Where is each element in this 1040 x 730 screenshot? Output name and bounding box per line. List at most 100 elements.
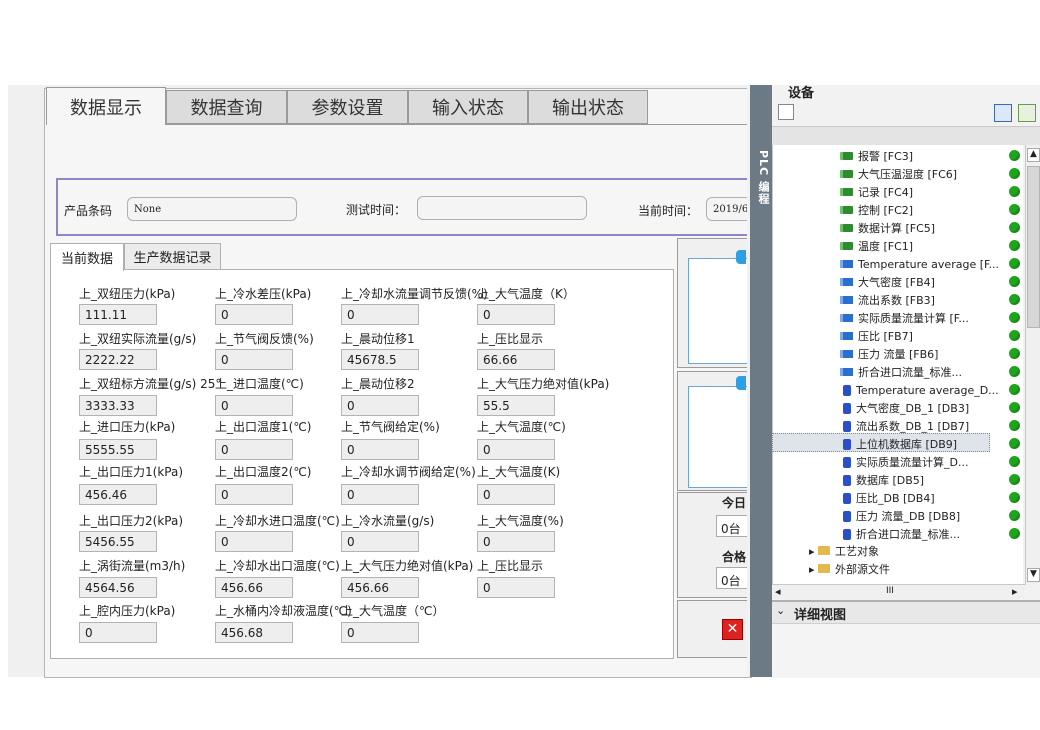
tree-folder-tech-objects[interactable]: ▸ 工艺对象: [809, 543, 879, 559]
field-label: 上_大气压力绝对值(kPa): [341, 559, 474, 573]
today-count: 0台: [716, 515, 747, 537]
tree-item[interactable]: 流出系数 [FB3]: [843, 291, 935, 309]
data-block-icon: [843, 492, 851, 504]
field-label: 上_节气阀反馈(%): [215, 332, 314, 346]
folder-label: 工艺对象: [835, 545, 880, 558]
tab-input-status[interactable]: 输入状态: [408, 90, 528, 124]
tree-item[interactable]: 大气压温湿度 [FC6]: [843, 165, 957, 183]
tree-item[interactable]: 大气密度_DB_1 [DB3]: [843, 399, 969, 417]
status-ok-icon: [1009, 276, 1020, 287]
field-label: 上_出口压力1(kPa): [79, 465, 183, 479]
field-label: 上_大气压力绝对值(kPa): [477, 377, 610, 391]
gauge-frame-1: [688, 258, 747, 364]
data-block-icon: [843, 510, 851, 522]
field-label: 上_晨动位移2: [341, 377, 415, 391]
gauge-frame-2: [688, 386, 747, 488]
tree-folder-external-sources[interactable]: ▸ 外部源文件: [809, 561, 890, 577]
field-value: 111.11: [79, 304, 157, 325]
status-ok-icon: [1009, 438, 1020, 449]
scroll-down-icon[interactable]: ▼: [1027, 568, 1040, 582]
field-value: 0: [341, 622, 419, 643]
expand-arrow-icon[interactable]: ▸: [809, 545, 815, 558]
tab-output-status[interactable]: 输出状态: [528, 90, 648, 124]
tree-item[interactable]: 折合进口流量_标准...: [843, 525, 960, 543]
tree-item[interactable]: 数据计算 [FC5]: [843, 219, 935, 237]
field-value: 2222.22: [79, 349, 157, 370]
tree-item[interactable]: 压力 流量 [FB6]: [843, 345, 938, 363]
expand-arrow-icon[interactable]: ▸: [809, 563, 815, 576]
status-ok-icon: [1009, 312, 1020, 323]
tree-item[interactable]: 流出系数_DB_1 [DB7]: [843, 417, 969, 435]
tree-item[interactable]: 控制 [FC2]: [843, 201, 913, 219]
tab-data-query[interactable]: 数据查询: [166, 90, 287, 124]
field-value: 55.5: [477, 395, 555, 416]
field-label: 上_双纽实际流量(g/s): [79, 332, 197, 346]
scroll-left-icon[interactable]: ◂: [775, 585, 781, 598]
folder-label: 外部源文件: [835, 563, 891, 576]
tree-item[interactable]: 压比_DB [DB4]: [843, 489, 935, 507]
tree-item[interactable]: 实际质量流量计算 [F...: [843, 309, 969, 327]
field-label: 上_出口温度2(℃): [215, 465, 312, 479]
field-value: 0: [215, 484, 293, 505]
current-time-label: 当前时间：: [638, 204, 699, 218]
status-ok-icon: [1009, 168, 1020, 179]
tree-item[interactable]: Temperature average [F...: [843, 255, 999, 273]
barcode-field[interactable]: None: [127, 197, 297, 221]
tree-item[interactable]: 实际质量流量计算_D...: [843, 453, 968, 471]
tree-item[interactable]: 压力 流量_DB [DB8]: [843, 507, 960, 525]
tree-item-label: 实际质量流量计算_D...: [856, 456, 969, 469]
subtab-current-data[interactable]: 当前数据: [50, 243, 124, 271]
field-value: 0: [477, 577, 555, 598]
tree-header: [772, 126, 1040, 145]
function-block-icon: [843, 332, 853, 340]
test-time-field[interactable]: [417, 196, 587, 220]
field-value: 0: [341, 439, 419, 460]
tree-item[interactable]: 报警 [FC3]: [843, 147, 913, 165]
tree-item[interactable]: Temperature average_D...: [843, 381, 999, 399]
field-label: 上_冷却水流量调节反馈(%): [341, 287, 488, 301]
tab-data-display[interactable]: 数据显示: [46, 87, 166, 125]
list-view-icon[interactable]: [994, 104, 1012, 122]
field-label: 上_大气温度(℃): [477, 420, 566, 434]
status-ok-icon: [1009, 456, 1020, 467]
tree-item[interactable]: 数据库 [DB5]: [843, 471, 924, 489]
tree-item[interactable]: 压比 [FB7]: [843, 327, 913, 345]
devices-title: 设备: [788, 86, 815, 101]
status-ok-icon: [1009, 384, 1020, 395]
field-label: 上_冷却水出口温度(℃): [215, 559, 340, 573]
collapse-icon[interactable]: ⌄: [776, 604, 785, 617]
tree-item[interactable]: 温度 [FC1]: [843, 237, 913, 255]
field-value: 45678.5: [341, 349, 419, 370]
current-time-field[interactable]: 2019/6: [706, 197, 750, 221]
close-icon[interactable]: ✕: [722, 619, 743, 640]
field-value: 3333.33: [79, 395, 157, 416]
scroll-right-icon[interactable]: ▸: [1012, 585, 1018, 598]
status-ok-icon: [1009, 294, 1020, 305]
network-view-icon[interactable]: [778, 104, 794, 120]
field-label: 上_涡街流量(m3/h): [79, 559, 186, 573]
scroll-thumb[interactable]: [1027, 166, 1040, 328]
subtab-production-records[interactable]: 生产数据记录: [124, 243, 221, 270]
field-label: 上_晨动位移1: [341, 332, 415, 346]
tree-item[interactable]: 记录 [FC4]: [843, 183, 913, 201]
tree-item-label: 折合进口流量_标准...: [856, 528, 960, 541]
tree-item[interactable]: 上位机数据库 [DB9]: [843, 435, 957, 453]
field-label: 上_进口温度(℃): [215, 377, 304, 391]
field-label: 上_冷水差压(kPa): [215, 287, 312, 301]
function-block-icon: [843, 278, 853, 286]
export-icon[interactable]: [1018, 104, 1036, 122]
status-ok-icon: [1009, 222, 1020, 233]
tree-item[interactable]: 折合进口流量_标准...: [843, 363, 962, 381]
gauge-marker-2: [736, 376, 746, 390]
field-value: 0: [215, 304, 293, 325]
status-ok-icon: [1009, 492, 1020, 503]
tree-horizontal-scrollbar[interactable]: [772, 584, 1025, 599]
tree-item[interactable]: 大气密度 [FB4]: [843, 273, 935, 291]
detail-view-body: [772, 623, 1040, 678]
tab-param-settings[interactable]: 参数设置: [287, 90, 408, 124]
tree-item-label: 大气密度 [FB4]: [858, 276, 935, 289]
scroll-up-icon[interactable]: ▲: [1027, 148, 1040, 162]
field-value: 0: [215, 531, 293, 552]
field-label: 上_出口压力2(kPa): [79, 514, 183, 528]
field-value: 0: [341, 531, 419, 552]
